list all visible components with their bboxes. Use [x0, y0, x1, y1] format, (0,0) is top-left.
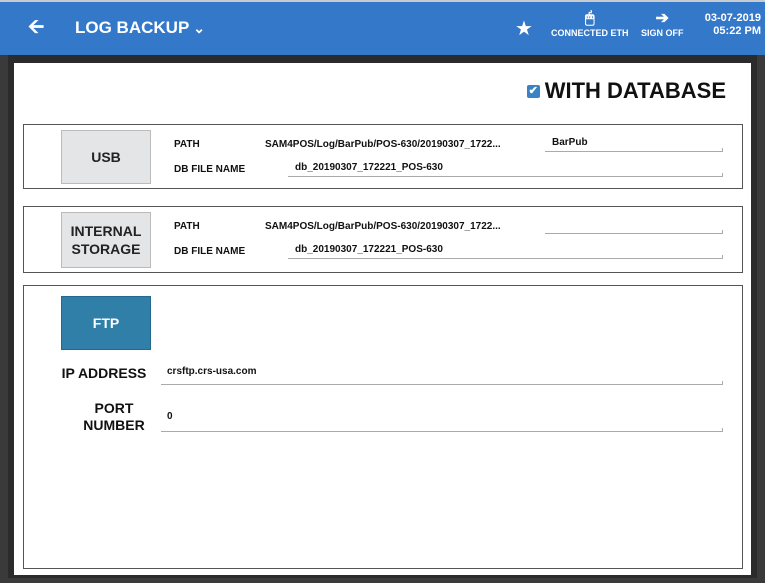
- port-number-label: PORT NUMBER: [79, 400, 149, 434]
- checkbox-checked-icon: ✔: [526, 84, 540, 98]
- time: 05:22 PM: [713, 25, 761, 37]
- internal-storage-line2: STORAGE: [71, 241, 141, 257]
- usb-button[interactable]: USB: [61, 130, 151, 184]
- port-label-line1: PORT: [94, 400, 134, 416]
- main-content: ✔ WITH DATABASE USB PATH SAM4POS/Log/Bar…: [14, 63, 751, 575]
- back-arrow-icon[interactable]: 🡨: [28, 17, 44, 37]
- network-icon: 🖱: [584, 10, 595, 27]
- usb-dbfile-input[interactable]: db_20190307_172221_POS-630: [295, 162, 443, 173]
- ip-address-underline: [161, 381, 723, 385]
- port-number-underline: [161, 428, 723, 432]
- sign-off-icon: ➔: [655, 10, 669, 27]
- sign-off-button[interactable]: ➔ SIGN OFF: [641, 10, 684, 38]
- internal-dbfile-label: DB FILE NAME: [174, 246, 246, 257]
- sign-off-label: SIGN OFF: [641, 28, 684, 38]
- star-icon[interactable]: ★: [515, 16, 533, 41]
- internal-storage-line1: INTERNAL: [70, 223, 142, 239]
- ftp-panel: FTP IP ADDRESS crsftp.crs-usa.com PORT N…: [23, 285, 743, 569]
- date: 03-07-2019: [704, 12, 761, 24]
- connection-label: CONNECTED ETH: [551, 28, 629, 38]
- internal-dbfile-input[interactable]: db_20190307_172221_POS-630: [295, 244, 443, 255]
- ftp-button[interactable]: FTP: [61, 296, 151, 350]
- internal-storage-button[interactable]: INTERNAL STORAGE: [61, 212, 151, 268]
- page-title: LOG BACKUP: [75, 18, 190, 37]
- connection-status[interactable]: 🖱 CONNECTED ETH: [551, 10, 629, 38]
- usb-path-label: PATH: [174, 139, 200, 150]
- port-number-input[interactable]: 0: [167, 411, 173, 422]
- page-title-dropdown[interactable]: LOG BACKUP ⌄: [75, 17, 205, 39]
- ip-address-label: IP ADDRESS: [61, 365, 147, 381]
- ip-address-input[interactable]: crsftp.crs-usa.com: [167, 366, 256, 377]
- usb-panel: USB PATH SAM4POS/Log/BarPub/POS-630/2019…: [23, 124, 743, 189]
- internal-path-label: PATH: [174, 221, 200, 232]
- usb-dbfile-underline: [288, 173, 723, 177]
- usb-dbfile-label: DB FILE NAME: [174, 164, 246, 175]
- usb-folder-input[interactable]: BarPub: [552, 137, 588, 148]
- internal-dbfile-underline: [288, 255, 723, 259]
- usb-path-value: SAM4POS/Log/BarPub/POS-630/20190307_1722…: [265, 139, 501, 150]
- internal-path-value: SAM4POS/Log/BarPub/POS-630/20190307_1722…: [265, 221, 501, 232]
- chevron-down-icon: ⌄: [193, 20, 206, 36]
- with-database-label: WITH DATABASE: [544, 78, 726, 103]
- internal-storage-panel: INTERNAL STORAGE PATH SAM4POS/Log/BarPub…: [23, 206, 743, 273]
- top-bar: 🡨 LOG BACKUP ⌄ ★ 🖱 CONNECTED ETH ➔ SIGN O…: [0, 0, 765, 55]
- internal-folder-underline: [545, 230, 723, 234]
- port-label-line2: NUMBER: [83, 417, 145, 433]
- with-database-checkbox[interactable]: ✔ WITH DATABASE: [526, 78, 726, 104]
- datetime: 03-07-2019 05:22 PM: [705, 12, 761, 38]
- usb-folder-underline: [545, 148, 723, 152]
